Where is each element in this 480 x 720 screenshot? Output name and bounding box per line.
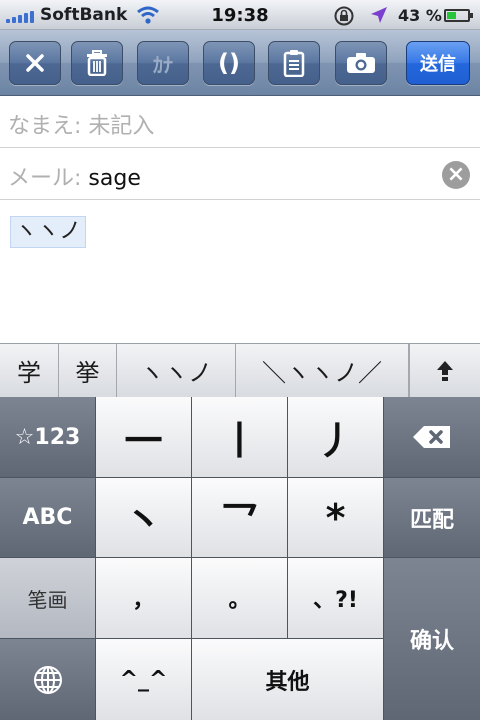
email-label: メール: xyxy=(8,166,82,191)
delete-key[interactable] xyxy=(384,397,480,478)
close-button[interactable] xyxy=(9,41,61,85)
close-icon xyxy=(26,54,44,72)
stroke-key-dian[interactable]: 丶 xyxy=(96,478,192,558)
match-key[interactable]: 匹配 xyxy=(384,478,480,558)
battery-percent: 43 % xyxy=(398,6,442,25)
trash-icon xyxy=(87,50,107,76)
wildcard-key[interactable]: * xyxy=(288,478,384,558)
trash-button[interactable] xyxy=(71,41,123,85)
period-key[interactable]: 。 xyxy=(192,558,288,639)
candidate-bar: 学 挙 ヽヽノ ＼ヽヽノ／ xyxy=(0,343,480,397)
message-body-input[interactable]: ヽヽノ xyxy=(10,216,87,248)
candidate-item[interactable]: ヽヽノ xyxy=(117,344,236,397)
expand-candidates-button[interactable] xyxy=(409,344,480,397)
candidate-item[interactable]: ＼ヽヽノ／ xyxy=(236,344,409,397)
kana-button[interactable]: ｶﾅ xyxy=(137,41,189,85)
name-row[interactable]: なまえ: 未記入 xyxy=(0,96,480,148)
camera-icon xyxy=(347,53,375,73)
status-bar: SoftBank 19:38 43 % xyxy=(0,0,480,30)
location-icon xyxy=(371,7,387,23)
parenthesis-button[interactable]: () xyxy=(203,41,255,85)
candidate-item[interactable]: 挙 xyxy=(59,344,117,397)
other-key[interactable]: 其他 xyxy=(192,639,384,720)
stroke-key-shu[interactable]: 丨 xyxy=(192,397,288,478)
globe-icon xyxy=(33,665,62,694)
stroke-key-heng[interactable]: 一 xyxy=(96,397,192,478)
emoticon-key[interactable]: ^_^ xyxy=(96,639,192,720)
abc-key[interactable]: ABC xyxy=(0,478,96,558)
battery-level xyxy=(447,12,456,19)
stroke-key-zhe[interactable]: 乛 xyxy=(192,478,288,558)
name-label: なまえ: xyxy=(8,114,82,139)
backspace-icon xyxy=(413,426,450,448)
clipboard-icon xyxy=(283,50,305,77)
toolbar: ｶﾅ () 送信 xyxy=(0,30,480,96)
candidate-item[interactable]: 学 xyxy=(0,344,59,397)
confirm-key[interactable]: 确认 xyxy=(384,558,480,720)
email-field[interactable]: sage xyxy=(88,166,140,191)
comma-key[interactable]: ， xyxy=(96,558,192,639)
email-row[interactable]: メール: sage × xyxy=(0,148,480,200)
rotation-lock-icon xyxy=(334,6,354,26)
keyboard: ☆123 一 丨 丿 ABC 丶 乛 * 匹配 笔画 ， 。 、?! 确认 ^_… xyxy=(0,397,480,720)
numbers-key[interactable]: ☆123 xyxy=(0,397,96,478)
punctuation-key[interactable]: 、?! xyxy=(288,558,384,639)
arrow-up-icon xyxy=(437,360,453,381)
globe-key[interactable] xyxy=(0,639,96,720)
clear-icon[interactable]: × xyxy=(442,161,470,189)
battery-icon xyxy=(444,9,473,22)
camera-button[interactable] xyxy=(335,41,387,85)
send-button[interactable]: 送信 xyxy=(406,41,470,85)
stroke-key-pie[interactable]: 丿 xyxy=(288,397,384,478)
clipboard-button[interactable] xyxy=(268,41,320,85)
name-input[interactable]: 未記入 xyxy=(88,114,154,139)
stroke-mode-key[interactable]: 笔画 xyxy=(0,558,96,639)
